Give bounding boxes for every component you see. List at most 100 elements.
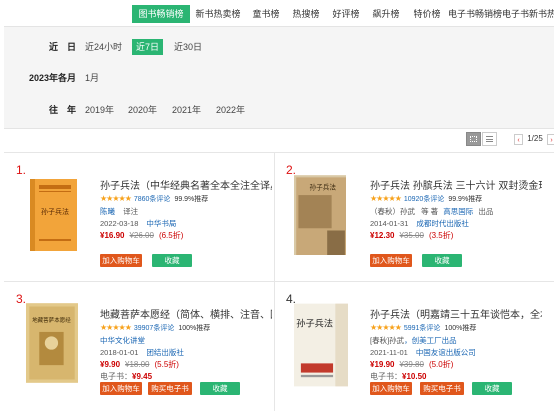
- author-link[interactable]: （春秋）孙武: [370, 207, 415, 216]
- original-price: ¥26.00: [129, 231, 154, 240]
- publish-line: 2014-01-31 成都时代出版社: [370, 218, 469, 229]
- filter-option-7d[interactable]: 近7日: [132, 39, 164, 55]
- comment-count-link[interactable]: 10920条评论: [404, 196, 444, 203]
- product-title[interactable]: 孙子兵法 孙膑兵法 三十六计 双封烫金珍: [370, 177, 542, 192]
- tab-hot-search[interactable]: 热搜榜: [286, 5, 326, 23]
- original-price: ¥39.80: [399, 360, 424, 369]
- tab-rising[interactable]: 飙升榜: [366, 5, 406, 23]
- tab-ebook-bestseller[interactable]: 电子书畅销榜: [448, 5, 502, 23]
- recommend-rate: 100%: [444, 325, 463, 332]
- list-view-icon[interactable]: [482, 132, 497, 146]
- publisher-link[interactable]: 成都时代出版社: [416, 219, 469, 228]
- recommend-label: 推荐: [196, 325, 211, 332]
- filter-option-2022[interactable]: 2022年: [212, 102, 249, 118]
- filter-option-jan[interactable]: 1月: [81, 70, 103, 86]
- filter-row-recent: 近 日 近24小时 近7日 近30日: [4, 37, 554, 57]
- brand-link[interactable]: ，创美工厂出品: [404, 336, 457, 345]
- tab-new-books[interactable]: 新书热卖榜: [190, 5, 246, 23]
- prev-page-button[interactable]: ‹: [514, 133, 523, 145]
- filter-label-recent: 近 日: [48, 42, 76, 52]
- publisher-link[interactable]: 团结出版社: [146, 348, 184, 357]
- pager: ‹ 1/25 ›: [514, 132, 554, 146]
- author-line: （春秋）孙武 等 著 高思国际 出品: [370, 206, 493, 217]
- current-price: ¥12.30: [370, 231, 395, 240]
- filter-option-2019[interactable]: 2019年: [81, 102, 118, 118]
- discount-label: (3.5折): [428, 231, 454, 240]
- tab-special-price[interactable]: 特价榜: [406, 5, 448, 23]
- recommend-rate: 100%: [178, 325, 197, 332]
- buy-ebook-button[interactable]: 购买电子书: [420, 382, 464, 395]
- cover-title: 地藏菩萨本愿经: [32, 316, 71, 324]
- tab-children-books[interactable]: 童书榜: [246, 5, 286, 23]
- add-to-cart-button[interactable]: 加入购物车: [100, 254, 142, 267]
- discount-label: (6.5折): [158, 231, 184, 240]
- price-line: ¥12.30 ¥35.00 (3.5折): [370, 230, 453, 241]
- author-link[interactable]: 陈曦: [100, 207, 115, 216]
- cover-title: 孙子兵法: [310, 183, 337, 192]
- star-rating-icon: ★★★★★: [370, 323, 402, 332]
- publish-date: 2014-01-31: [370, 219, 409, 228]
- favorite-button[interactable]: 收藏: [152, 254, 192, 267]
- author-role: 译注: [123, 207, 139, 216]
- publish-date: 2021-11-01: [370, 348, 408, 357]
- brand-link[interactable]: 高思国际: [443, 207, 473, 216]
- ebook-price: ¥9.45: [132, 372, 153, 381]
- add-to-cart-button[interactable]: 加入购物车: [370, 382, 412, 395]
- ebook-label: 电子书：: [100, 372, 132, 381]
- ebook-price-line: 电子书：¥10.50: [370, 371, 426, 382]
- current-price: ¥19.90: [370, 360, 395, 369]
- product-title[interactable]: 孙子兵法（中华经典名著全本全注全译丛: [100, 177, 272, 192]
- comment-count-link[interactable]: 39907条评论: [134, 325, 174, 332]
- author-link[interactable]: [春秋]孙武: [370, 336, 404, 345]
- publish-line: 2018-01-01 团结出版社: [100, 347, 184, 358]
- favorite-button[interactable]: 收藏: [200, 382, 240, 395]
- product-card: 1. 孙子兵法 孙子兵法（中华经典名著全本全注全译丛 ★★★★★ 7860条评论 9…: [4, 153, 274, 281]
- book-cover-image[interactable]: 孙子兵法: [30, 179, 77, 251]
- tab-ebook-new[interactable]: 电子书新书热卖榜: [502, 5, 554, 23]
- discount-label: (5.5折): [154, 360, 179, 369]
- grid-view-icon[interactable]: [466, 132, 481, 146]
- favorite-button[interactable]: 收藏: [472, 382, 512, 395]
- filter-option-24h[interactable]: 近24小时: [81, 39, 126, 55]
- filter-option-2021[interactable]: 2021年: [168, 102, 205, 118]
- publisher-link[interactable]: 中国友谊出版公司: [416, 348, 476, 357]
- filter-option-30d[interactable]: 近30日: [170, 39, 206, 55]
- tab-top-rated[interactable]: 好评榜: [326, 5, 366, 23]
- filter-row-year: 往 年 2019年 2020年 2021年 2022年: [4, 100, 554, 120]
- recommend-rate: 99.9%: [174, 196, 195, 203]
- book-cover-image[interactable]: 地藏菩萨本愿经: [26, 302, 78, 384]
- page-indicator: 1/25: [527, 134, 543, 143]
- cover-title: 孙子兵法: [41, 207, 69, 216]
- author-line: 陈曦 译注: [100, 206, 138, 217]
- favorite-button[interactable]: 收藏: [422, 254, 462, 267]
- ranking-tabs: 图书畅销榜 新书热卖榜 童书榜 热搜榜 好评榜 飙升榜 特价榜 电子书畅销榜 电…: [0, 0, 554, 26]
- next-page-button[interactable]: ›: [547, 133, 554, 145]
- rating-row: ★★★★★ 10920条评论 99.9%推荐: [370, 194, 482, 204]
- author-line: [春秋]孙武，创美工厂出品: [370, 335, 457, 346]
- publisher-link[interactable]: 中华书局: [146, 219, 176, 228]
- star-rating-icon: ★★★★★: [100, 323, 132, 332]
- tab-bestseller-books[interactable]: 图书畅销榜: [132, 5, 190, 23]
- price-line: ¥19.90 ¥39.80 (5.0折): [370, 359, 453, 370]
- product-title[interactable]: 孙子兵法（明嘉靖三十五年谈恺本，全本: [370, 306, 542, 321]
- add-to-cart-button[interactable]: 加入购物车: [100, 382, 142, 395]
- recommend-label: 推荐: [194, 196, 209, 203]
- current-price: ¥9.90: [100, 360, 121, 369]
- rating-row: ★★★★★ 7860条评论 99.9%推荐: [100, 194, 208, 204]
- rating-row: ★★★★★ 5991条评论 100%推荐: [370, 323, 476, 333]
- product-title[interactable]: 地藏菩萨本愿经（简体、横排、注音、国: [100, 306, 272, 321]
- rank-number: 3.: [16, 292, 27, 306]
- comment-count-link[interactable]: 5991条评论: [404, 325, 441, 332]
- comment-count-link[interactable]: 7860条评论: [134, 196, 171, 203]
- price-line: ¥16.90 ¥26.00 (6.5折): [100, 230, 183, 241]
- ebook-price-line: 电子书：¥9.45: [100, 371, 152, 382]
- buy-ebook-button[interactable]: 购买电子书: [148, 382, 192, 395]
- rank-number: 1.: [16, 163, 27, 177]
- author-link[interactable]: 中华文化讲堂: [100, 336, 145, 345]
- product-card: 4. 孙子兵法 孙子兵法（明嘉靖三十五年谈恺本，全本 ★★★★★ 5991条评论 1…: [274, 282, 544, 410]
- filter-option-2020[interactable]: 2020年: [124, 102, 161, 118]
- book-cover-image[interactable]: 孙子兵法: [294, 302, 348, 388]
- book-cover-image[interactable]: 孙子兵法: [294, 175, 346, 255]
- add-to-cart-button[interactable]: 加入购物车: [370, 254, 412, 267]
- ebook-label: 电子书：: [370, 372, 402, 381]
